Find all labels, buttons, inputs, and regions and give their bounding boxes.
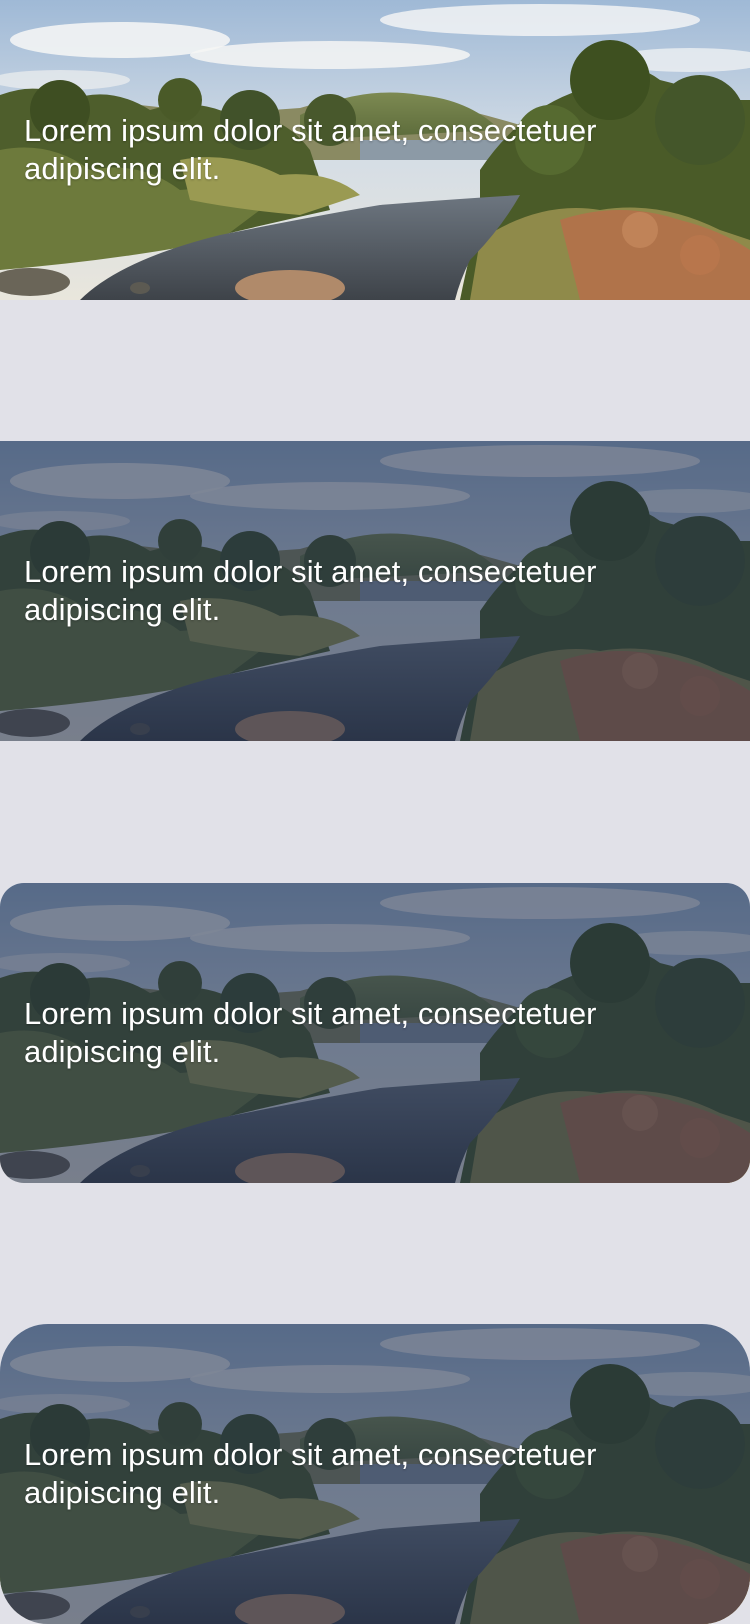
image-card-large-rounded: Lorem ipsum dolor sit amet, consectetuer… (0, 1324, 750, 1624)
image-card-plain: Lorem ipsum dolor sit amet, consectetuer… (0, 0, 750, 300)
image-card-rounded: Lorem ipsum dolor sit amet, consectetuer… (0, 883, 750, 1183)
card-caption: Lorem ipsum dolor sit amet, consectetuer… (24, 554, 597, 627)
card-caption: Lorem ipsum dolor sit amet, consectetuer… (24, 1437, 597, 1510)
card-caption: Lorem ipsum dolor sit amet, consectetuer… (24, 113, 597, 186)
image-card-dimmed: Lorem ipsum dolor sit amet, consectetuer… (0, 441, 750, 741)
card-caption: Lorem ipsum dolor sit amet, consectetuer… (24, 996, 597, 1069)
